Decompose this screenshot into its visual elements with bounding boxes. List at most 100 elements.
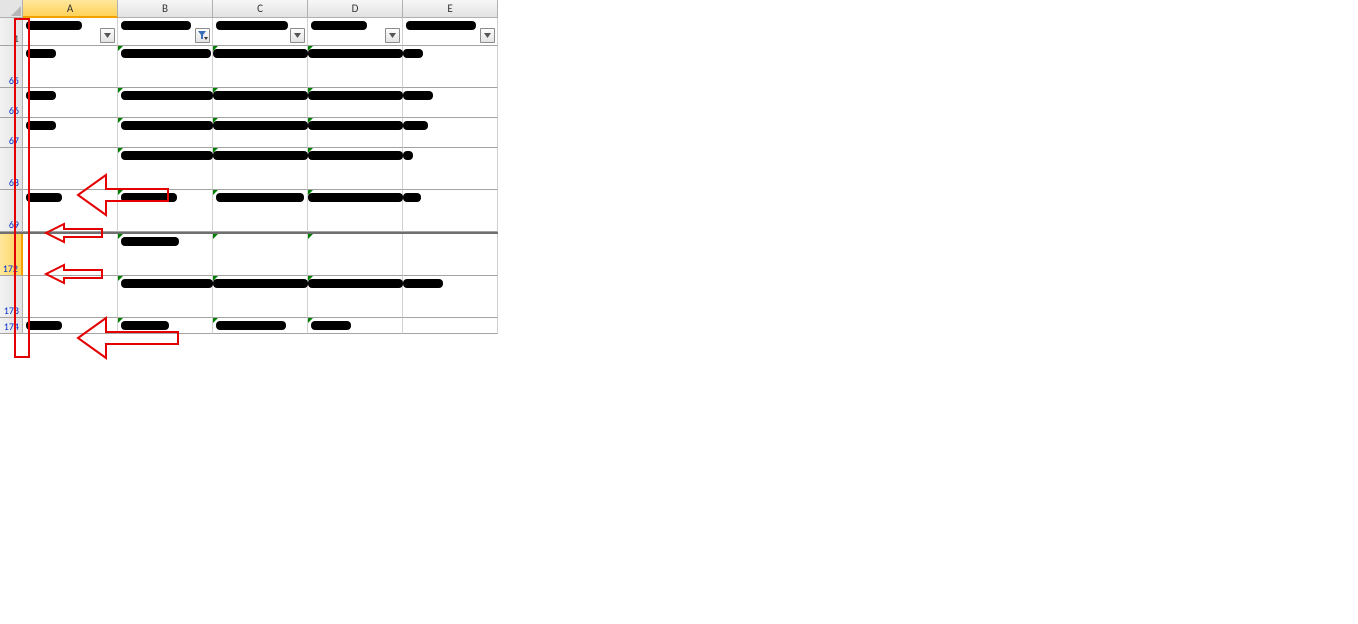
redacted-text — [121, 121, 213, 130]
cell-A174[interactable] — [23, 318, 118, 334]
cell-A65[interactable] — [23, 46, 118, 88]
filter-button[interactable] — [100, 28, 115, 43]
column-header-B[interactable]: B — [118, 0, 213, 18]
cell-A67[interactable] — [23, 118, 118, 148]
cell-E172[interactable] — [403, 234, 498, 276]
redacted-text — [406, 21, 476, 30]
row-header-1[interactable]: 1 — [0, 18, 23, 46]
cell-B1[interactable] — [118, 18, 213, 46]
cell-E1[interactable] — [403, 18, 498, 46]
cell-E67[interactable] — [403, 118, 498, 148]
row-header-69[interactable]: 69 — [0, 190, 23, 232]
cell-D68[interactable] — [308, 148, 403, 190]
redacted-text — [121, 151, 213, 160]
redacted-text — [121, 279, 213, 288]
redacted-text — [121, 193, 177, 202]
redacted-text — [216, 193, 304, 202]
redacted-text — [26, 121, 56, 130]
redacted-text — [26, 193, 62, 202]
cell-A173[interactable] — [23, 276, 118, 318]
cell-A66[interactable] — [23, 88, 118, 118]
redacted-text — [216, 321, 286, 330]
column-header-C[interactable]: C — [213, 0, 308, 18]
redacted-text — [121, 237, 179, 246]
column-header-A[interactable]: A — [23, 0, 118, 18]
cell-A172[interactable] — [23, 234, 118, 276]
redacted-text — [403, 49, 423, 58]
error-indicator-icon — [213, 234, 218, 239]
cell-B65[interactable] — [118, 46, 213, 88]
cell-D174[interactable] — [308, 318, 403, 334]
redacted-text — [213, 91, 308, 100]
cell-B68[interactable] — [118, 148, 213, 190]
table-row — [23, 18, 498, 46]
cell-C1[interactable] — [213, 18, 308, 46]
column-headers: ABCDE — [23, 0, 498, 18]
cell-D67[interactable] — [308, 118, 403, 148]
cell-B67[interactable] — [118, 118, 213, 148]
cell-B174[interactable] — [118, 318, 213, 334]
redacted-text — [26, 49, 56, 58]
row-headers: 16566676869172173174 — [0, 18, 23, 334]
redacted-text — [213, 121, 308, 130]
table-row — [23, 118, 498, 148]
cell-A68[interactable] — [23, 148, 118, 190]
cell-C66[interactable] — [213, 88, 308, 118]
redacted-text — [308, 193, 403, 202]
error-indicator-icon — [308, 234, 313, 239]
row-header-67[interactable]: 67 — [0, 118, 23, 148]
row-header-173[interactable]: 173 — [0, 276, 23, 318]
cell-B66[interactable] — [118, 88, 213, 118]
row-header-174[interactable]: 174 — [0, 318, 23, 334]
row-header-66[interactable]: 66 — [0, 88, 23, 118]
cell-C65[interactable] — [213, 46, 308, 88]
table-row — [23, 148, 498, 190]
cell-D172[interactable] — [308, 234, 403, 276]
redacted-text — [311, 21, 367, 30]
cell-D1[interactable] — [308, 18, 403, 46]
cell-D65[interactable] — [308, 46, 403, 88]
cell-C173[interactable] — [213, 276, 308, 318]
cell-D173[interactable] — [308, 276, 403, 318]
redacted-text — [308, 151, 403, 160]
redacted-text — [308, 49, 403, 58]
cell-B172[interactable] — [118, 234, 213, 276]
cell-B69[interactable] — [118, 190, 213, 232]
filter-button[interactable] — [480, 28, 495, 43]
table-row — [23, 276, 498, 318]
filter-active-button[interactable] — [195, 28, 210, 43]
cell-D66[interactable] — [308, 88, 403, 118]
cell-C68[interactable] — [213, 148, 308, 190]
row-header-172[interactable]: 172 — [0, 234, 23, 276]
cell-C174[interactable] — [213, 318, 308, 334]
redacted-text — [308, 91, 403, 100]
select-all-corner[interactable] — [0, 0, 23, 18]
column-header-E[interactable]: E — [403, 0, 498, 18]
cell-A1[interactable] — [23, 18, 118, 46]
redacted-text — [121, 49, 211, 58]
redacted-text — [311, 321, 351, 330]
row-header-68[interactable]: 68 — [0, 148, 23, 190]
row-header-65[interactable]: 65 — [0, 46, 23, 88]
column-header-D[interactable]: D — [308, 0, 403, 18]
redacted-text — [403, 279, 443, 288]
cell-C67[interactable] — [213, 118, 308, 148]
cell-E173[interactable] — [403, 276, 498, 318]
cell-C172[interactable] — [213, 234, 308, 276]
table-row — [23, 88, 498, 118]
cell-A69[interactable] — [23, 190, 118, 232]
redacted-text — [26, 321, 62, 330]
cell-C69[interactable] — [213, 190, 308, 232]
redacted-text — [213, 151, 308, 160]
cell-E65[interactable] — [403, 46, 498, 88]
filter-button[interactable] — [385, 28, 400, 43]
cell-E68[interactable] — [403, 148, 498, 190]
cell-E69[interactable] — [403, 190, 498, 232]
redacted-text — [403, 193, 421, 202]
filter-button[interactable] — [290, 28, 305, 43]
cell-E174[interactable] — [403, 318, 498, 334]
cell-E66[interactable] — [403, 88, 498, 118]
cell-B173[interactable] — [118, 276, 213, 318]
table-row — [23, 318, 498, 334]
cell-D69[interactable] — [308, 190, 403, 232]
